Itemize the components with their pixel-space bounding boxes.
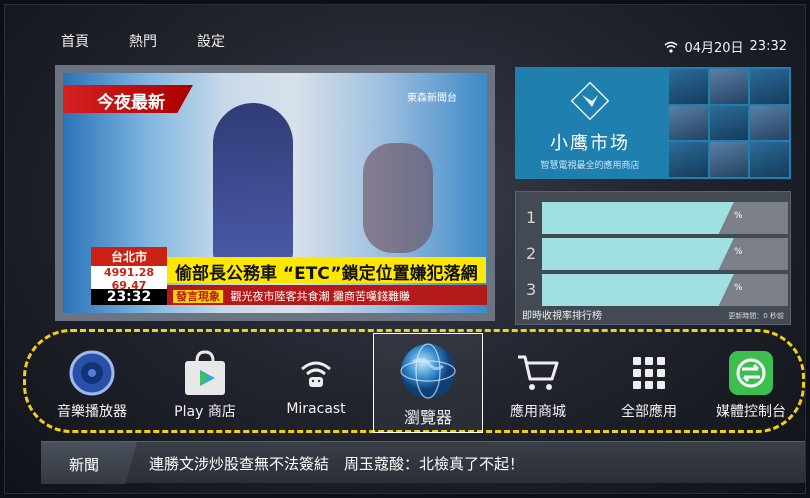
ranking-title: 即時收視率排行榜 [522, 311, 602, 322]
rank-number: 1 [526, 208, 537, 227]
rank-fill [542, 274, 734, 306]
miracast-icon [292, 349, 340, 397]
play-store-icon [181, 349, 229, 397]
live-tv-tile[interactable]: 今夜最新 東森新聞台 台北市 4991.28 69.47 23:32 偷部長公務… [55, 65, 495, 321]
video-figure [213, 103, 293, 263]
ticker-text: 觀光夜市陸客共食潮 攤商苦嘆錢難賺 [230, 290, 411, 303]
poster-thumbnail [750, 142, 789, 177]
video-headline: 偷部長公務車 “ETC”鎖定位置嫌犯落網 [167, 257, 486, 284]
video-ticker: 發言現象 觀光夜市陸客共食潮 攤商苦嘆錢難賺 [167, 285, 487, 305]
app-label: Play 商店 [174, 404, 236, 420]
poster-thumbnail [750, 105, 789, 141]
cart-icon [514, 349, 562, 397]
app-all-apps[interactable]: 全部應用 [594, 337, 704, 431]
news-headline: 連勝文涉炒股查無不法簽結 周玉蔻酸：北檢真了不起！ [149, 455, 525, 473]
video-frame: 今夜最新 東森新聞台 台北市 4991.28 69.47 23:32 偷部長公務… [63, 73, 487, 313]
speaker-icon [68, 349, 116, 397]
app-label: 音樂播放器 [57, 404, 127, 420]
poster-thumbnail [669, 69, 708, 104]
news-label: 新聞 [41, 442, 137, 484]
poster-thumbnail [669, 105, 708, 141]
stock-box: 台北市 4991.28 69.47 23:32 [91, 247, 167, 305]
video-figure [363, 143, 433, 253]
tab-settings[interactable]: 設定 [197, 31, 225, 51]
app-browser[interactable]: 瀏覽器 [373, 333, 483, 433]
app-play-store[interactable]: Play 商店 [150, 337, 260, 431]
channel-logo: 東森新聞台 [407, 93, 457, 104]
rank-fill [542, 238, 734, 270]
store-subtitle: 智慧電視最全的應用商店 [540, 161, 640, 171]
ranking-row: 2 % [520, 238, 788, 270]
rank-bar: % [542, 274, 788, 306]
tv-screen: 首頁 熱門 設定 04月20日 23:32 今夜最新 東森新聞台 台北市 499… [4, 4, 806, 494]
rank-bar: % [542, 202, 788, 234]
top-nav: 首頁 熱門 設定 [61, 31, 225, 51]
app-label: Miracast [286, 401, 346, 417]
rank-number: 3 [526, 280, 537, 299]
ticker-badge: 發言現象 [173, 290, 223, 303]
rank-number: 2 [526, 244, 537, 263]
stock-value: 4991.28 [103, 266, 155, 279]
globe-icon [399, 342, 457, 400]
ranking-row: 1 % [520, 202, 788, 234]
video-clock: 23:32 [91, 289, 167, 305]
app-label: 全部應用 [621, 404, 677, 420]
rank-percent: % [734, 211, 743, 221]
tab-home[interactable]: 首頁 [61, 31, 89, 51]
news-tag: 今夜最新 [63, 85, 193, 113]
ranking-row: 3 % [520, 274, 788, 306]
ranking-update-time: 更新時間：0 秒前 [728, 312, 784, 320]
rank-bar: % [542, 238, 788, 270]
status-bar: 04月20日 23:32 [664, 37, 787, 56]
poster-thumbnail [750, 69, 789, 104]
media-control-icon [727, 349, 775, 397]
eagle-icon [570, 81, 610, 121]
wifi-icon [664, 41, 678, 53]
app-miracast[interactable]: Miracast [261, 337, 371, 431]
store-info: 小鹰市场 智慧電視最全的應用商店 [515, 67, 665, 179]
status-time: 23:32 [749, 39, 787, 54]
rank-percent: % [734, 247, 743, 257]
tab-popular[interactable]: 熱門 [129, 31, 157, 51]
app-label: 媒體控制台 [716, 404, 786, 420]
app-store-mall[interactable]: 應用商城 [483, 337, 593, 431]
ratings-ranking-tile[interactable]: 1 % 2 % 3 % 即時收視率排行榜 更新時間：0 秒前 [515, 191, 791, 325]
store-posters [667, 67, 791, 179]
status-date: 04月20日 [684, 41, 744, 56]
app-label: 應用商城 [510, 404, 566, 420]
news-ticker-bar[interactable]: 新聞 連勝文涉炒股查無不法簽結 周玉蔻酸：北檢真了不起！ [41, 441, 805, 484]
app-music-player[interactable]: 音樂播放器 [37, 337, 147, 431]
stock-city: 台北市 [91, 247, 167, 266]
rank-fill [542, 202, 734, 234]
poster-thumbnail [709, 142, 749, 177]
app-store-tile[interactable]: 小鹰市场 智慧電視最全的應用商店 [515, 67, 791, 179]
poster-thumbnail [709, 105, 749, 141]
rank-percent: % [734, 283, 743, 293]
app-media-control[interactable]: 媒體控制台 [699, 337, 803, 431]
store-title: 小鹰市场 [550, 133, 630, 154]
grid-icon [625, 349, 673, 397]
app-label: 瀏覽器 [403, 408, 452, 427]
poster-thumbnail [669, 142, 708, 177]
poster-thumbnail [709, 69, 749, 104]
